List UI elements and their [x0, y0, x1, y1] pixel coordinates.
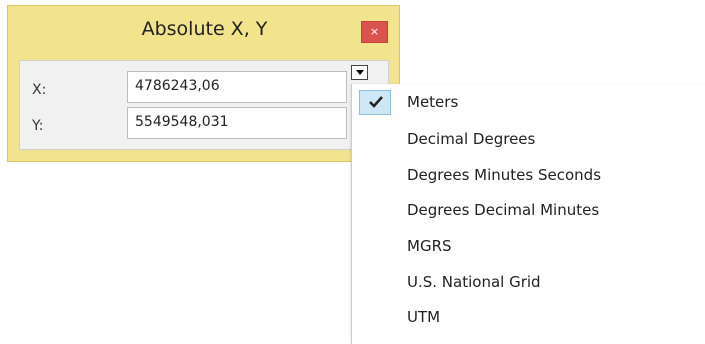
x-coordinate-field[interactable]: 4786243,06	[127, 71, 347, 103]
close-button[interactable]: ×	[361, 21, 388, 43]
menu-item-label: Degrees Minutes Seconds	[407, 166, 602, 184]
menu-item-label: U.S. National Grid	[407, 273, 541, 291]
unit-dropdown-button[interactable]	[351, 65, 368, 80]
menu-item-label: MGRS	[407, 237, 452, 255]
y-label: Y:	[32, 118, 44, 134]
dialog-title: Absolute X, Y	[141, 18, 268, 40]
menu-item-degrees-minutes-seconds[interactable]: Degrees Minutes Seconds	[352, 160, 705, 190]
menu-item-label: UTM	[407, 308, 441, 326]
menu-item-label: Degrees Decimal Minutes	[407, 201, 600, 219]
x-label: X:	[32, 82, 47, 98]
menu-item-utm[interactable]: UTM	[352, 302, 705, 332]
menu-item-decimal-degrees[interactable]: Decimal Degrees	[352, 124, 705, 154]
close-icon: ×	[369, 25, 380, 38]
menu-item-mgrs[interactable]: MGRS	[352, 231, 705, 261]
menu-item-us-national-grid[interactable]: U.S. National Grid	[352, 267, 705, 297]
checkmark-highlight	[359, 90, 391, 115]
menu-item-label: Decimal Degrees	[407, 130, 536, 148]
y-coordinate-field[interactable]: 5549548,031	[127, 107, 347, 139]
unit-dropdown-menu: Meters Decimal Degrees Degrees Minutes S…	[351, 84, 705, 344]
absolute-xy-dialog: Absolute X, Y × X: Y: 4786243,06 5549548…	[7, 5, 400, 162]
menu-item-degrees-decimal-minutes[interactable]: Degrees Decimal Minutes	[352, 195, 705, 225]
coordinate-panel: X: Y: 4786243,06 5549548,031	[19, 60, 389, 150]
checkmark-icon	[369, 96, 383, 108]
menu-item-meters[interactable]: Meters	[352, 87, 705, 117]
menu-item-label: Meters	[407, 93, 459, 111]
